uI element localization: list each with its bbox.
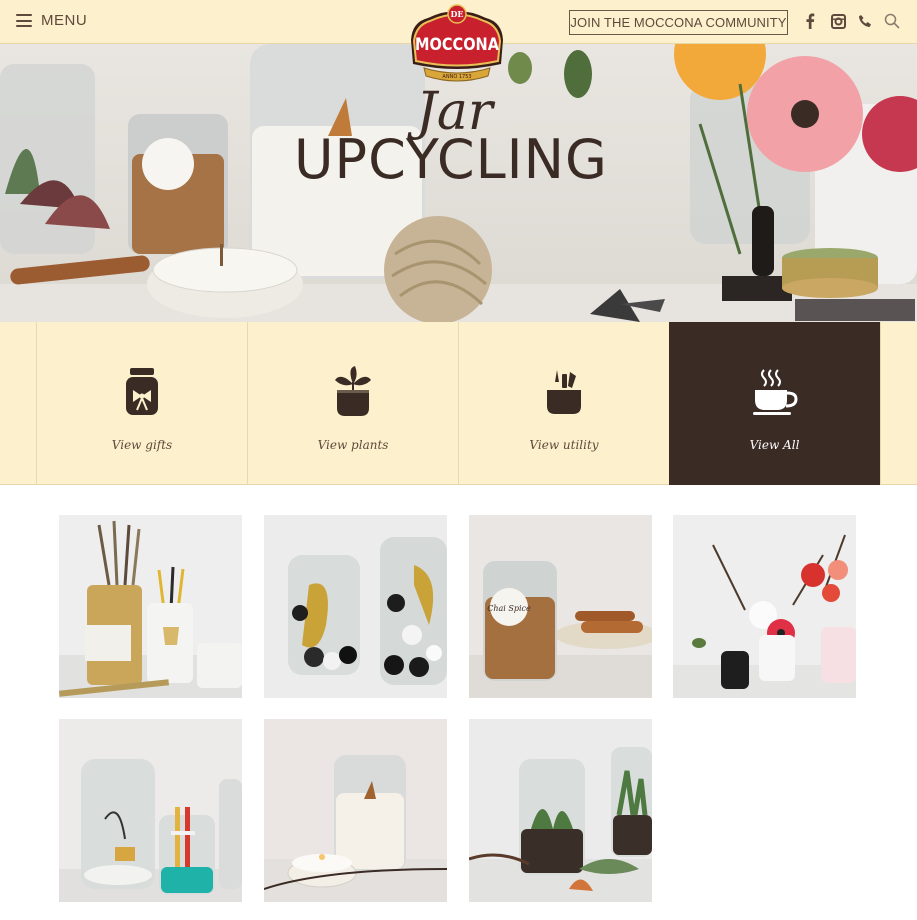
gallery-item-succulent-jar[interactable] (469, 719, 652, 902)
gallery-item-pencil-jar[interactable] (59, 515, 242, 698)
logo-wordmark: MOCCONA (415, 35, 500, 55)
category-tile-utility[interactable]: View utility (458, 322, 669, 485)
logo-year-text: ANNO 1753 (442, 74, 471, 80)
category-label-all: View All (749, 438, 800, 452)
category-bar: View gifts View plants View utility View… (0, 322, 917, 485)
join-community-button[interactable]: JOIN THE MOCCONA COMMUNITY (569, 10, 788, 35)
chai-spice-tag: Chai Spice (487, 604, 531, 613)
logo-badge-text: DE (450, 9, 463, 19)
gallery-item-chai-spice-jar[interactable]: Chai Spice (469, 515, 652, 698)
search-icon[interactable] (883, 12, 901, 30)
category-label-gifts: View gifts (111, 438, 173, 452)
gallery-item-terrarium-sand[interactable] (59, 719, 242, 902)
moccona-logo[interactable]: DE MOCCONA ANNO 1753 (408, 4, 506, 86)
gallery-item-pompom-jar[interactable] (264, 515, 447, 698)
menu-label: MENU (41, 12, 88, 29)
coffee-cup-icon (752, 366, 798, 418)
category-label-plants: View plants (317, 438, 389, 452)
menu-button[interactable]: MENU (16, 12, 87, 29)
gift-jar-icon (122, 366, 162, 418)
gallery-item-candle-jar[interactable] (264, 719, 447, 902)
category-bar-edge (880, 322, 917, 485)
category-label-utility: View utility (529, 438, 599, 452)
plant-pot-icon (333, 366, 373, 418)
facebook-icon[interactable] (801, 12, 819, 30)
category-tile-all[interactable]: View All (669, 322, 880, 485)
hero-title: UPCYCLING (294, 128, 608, 191)
utility-pot-icon (544, 366, 584, 418)
hamburger-icon (16, 14, 32, 27)
category-tile-gifts[interactable]: View gifts (36, 322, 247, 485)
category-tile-plants[interactable]: View plants (247, 322, 458, 485)
gallery-item-flower-vase[interactable] (673, 515, 856, 698)
instagram-icon[interactable] (829, 12, 847, 30)
phone-icon[interactable] (856, 12, 874, 30)
